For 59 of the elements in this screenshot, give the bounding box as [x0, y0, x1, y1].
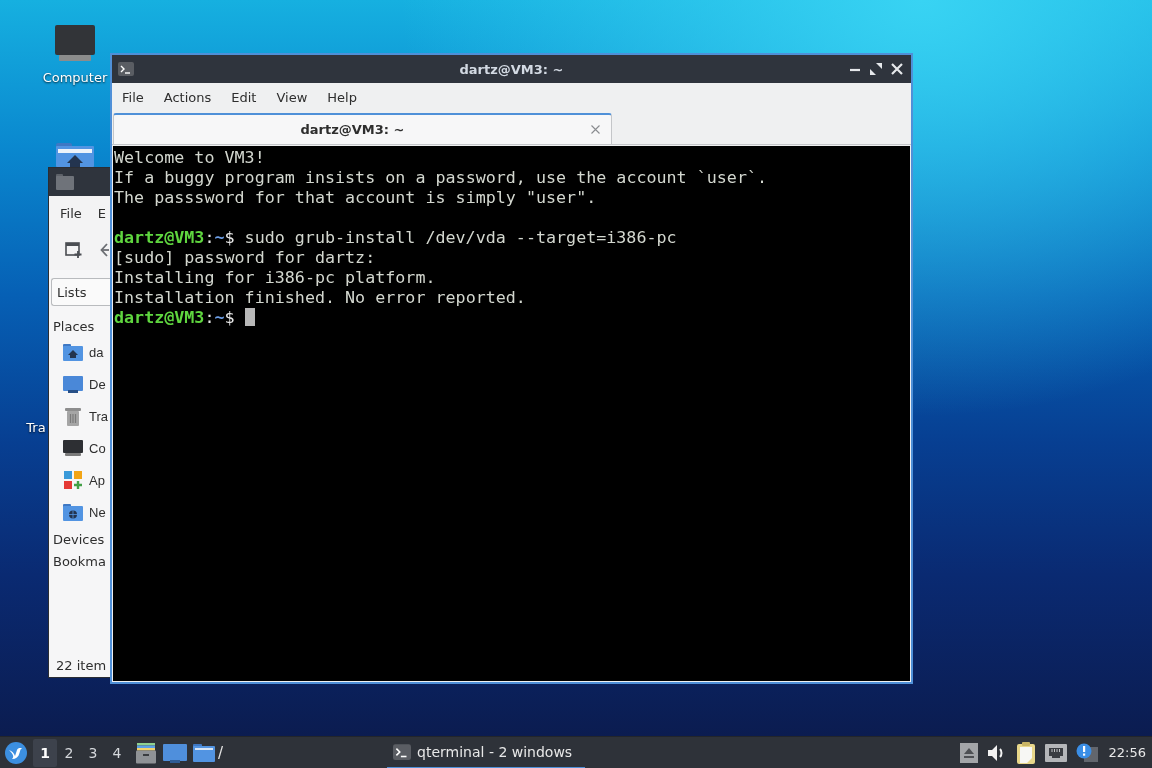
alert-icon[interactable]	[1075, 742, 1098, 763]
command-text: sudo grub-install /dev/vda --target=i386-pc	[244, 227, 677, 247]
eject-icon[interactable]	[959, 742, 978, 763]
workspace-button[interactable]: 2	[57, 738, 81, 767]
menu-item[interactable]: Edit	[221, 90, 267, 105]
launcher-button[interactable]: /	[193, 738, 224, 767]
terminal-tab[interactable]: dartz@VM3: ~	[113, 113, 612, 144]
terminal-line: The passsword for that account is simply "user".	[114, 187, 597, 207]
shell-prompt: dartz@VM3:~$	[114, 307, 235, 327]
terminal-icon	[393, 743, 412, 760]
menu-item[interactable]: File	[60, 205, 82, 221]
clock: 22:56	[1108, 745, 1146, 760]
home-folder-icon[interactable]	[55, 143, 95, 167]
terminal-line: Installing for i386-pc platform.	[114, 267, 436, 287]
folder-icon	[56, 174, 74, 190]
terminal-icon	[118, 62, 134, 76]
sidebar-heading: Places	[52, 317, 96, 336]
display-icon[interactable]	[163, 741, 187, 764]
workspace-button[interactable]: 3	[81, 738, 105, 767]
folder-icon	[193, 742, 215, 763]
window-title: dartz@VM3: ~	[459, 61, 564, 77]
menu-item[interactable]: Actions	[153, 90, 222, 105]
monitor-icon[interactable]	[55, 25, 95, 61]
sidebar-item[interactable]: De	[49, 368, 110, 400]
view-dropdown[interactable]: Lists	[51, 278, 110, 306]
terminal-line: [sudo] password for dartz:	[114, 247, 376, 267]
sidebar-item[interactable]: da	[49, 336, 110, 368]
sidebar-item[interactable]: Ne	[49, 496, 110, 528]
sidebar-heading: Devices	[52, 530, 106, 549]
terminal-line: Installation finished. No error reported.	[114, 287, 526, 307]
sidebar-heading: Bookma	[52, 552, 107, 571]
network-folder-icon	[63, 502, 83, 522]
clipboard-icon[interactable]	[1015, 741, 1036, 764]
task-button[interactable]: qterminal - 2 windows	[387, 736, 586, 768]
new-tab-icon[interactable]	[65, 241, 82, 259]
monitor-icon	[63, 438, 83, 458]
sidebar-item[interactable]: Ap	[49, 464, 110, 496]
workspace-button[interactable]: 4	[105, 738, 129, 767]
desktop-label[interactable]: Tra	[26, 420, 46, 436]
bird-logo-icon[interactable]	[5, 741, 27, 764]
menu-item[interactable]: File	[112, 90, 154, 105]
sidebar-item[interactable]: Tra	[49, 400, 110, 432]
trash-icon	[63, 406, 83, 426]
terminal-line: If a buggy program insists on a password, use the account `user`.	[114, 167, 768, 187]
sidebar-item[interactable]: Co	[49, 432, 110, 464]
terminal-line: Welcome to VM3!	[114, 147, 265, 167]
terminal-screen[interactable]	[113, 146, 910, 681]
menu-item[interactable]: View	[266, 90, 318, 105]
shell-prompt: dartz@VM3:~$	[114, 227, 235, 247]
maximize-icon[interactable]	[870, 63, 882, 75]
desktop-icon	[63, 374, 83, 394]
ethernet-port-icon[interactable]	[1044, 743, 1067, 762]
workspace-button[interactable]: 1	[33, 738, 57, 767]
home-folder-icon	[63, 342, 83, 362]
menu-item[interactable]: E	[97, 205, 106, 221]
file-cabinet-icon[interactable]	[135, 741, 157, 764]
status-text: 22 item	[55, 656, 108, 675]
menu-item[interactable]: Help	[317, 90, 367, 105]
app-grid-icon	[63, 470, 83, 490]
